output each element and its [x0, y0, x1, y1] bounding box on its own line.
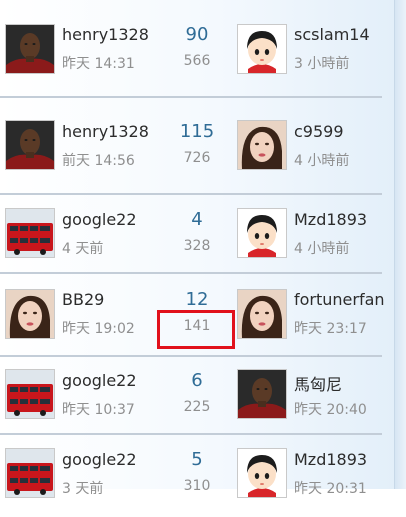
thread-row: google22 4 天前 4 328 Mzd1893 4 小時前: [0, 195, 394, 277]
last-poster-name[interactable]: c9599: [294, 122, 394, 141]
reply-count: 5: [191, 449, 203, 470]
post-time: 3 天前: [62, 481, 104, 497]
post-time: 昨天 19:02: [62, 321, 135, 337]
last-poster-name[interactable]: scslam14: [294, 25, 394, 44]
reply-count: 6: [191, 370, 203, 391]
post-time: 昨天 10:37: [62, 402, 135, 418]
thread-row: henry1328 前天 14:56 115 726 c9599 4 小時前: [0, 98, 394, 180]
post-time: 前天 14:56: [62, 153, 135, 169]
last-poster-avatar[interactable]: [237, 24, 287, 74]
poster-avatar[interactable]: [5, 208, 55, 258]
reply-count: 90: [185, 24, 209, 45]
poster-name[interactable]: henry1328: [62, 122, 149, 141]
thread-row: henry1328 昨天 14:31 90 566 scslam14 3 小時前: [0, 11, 394, 93]
post-time: 昨天 14:31: [62, 56, 135, 72]
poster-name[interactable]: google22: [62, 450, 137, 469]
poster-avatar[interactable]: [5, 120, 55, 170]
view-count: 310: [183, 478, 211, 494]
poster-avatar[interactable]: [5, 448, 55, 498]
last-poster-name[interactable]: fortunerfan: [294, 290, 394, 309]
reply-count: 12: [185, 289, 209, 310]
view-count: 726: [183, 150, 211, 166]
right-edge-rail: [394, 0, 406, 489]
last-poster-avatar[interactable]: [237, 208, 287, 258]
poster-avatar[interactable]: [5, 289, 55, 339]
view-count: 566: [183, 53, 211, 69]
last-poster-name[interactable]: 馬匈尼: [294, 371, 394, 395]
last-poster-avatar[interactable]: [237, 448, 287, 498]
last-poster-name[interactable]: Mzd1893: [294, 210, 394, 229]
poster-name[interactable]: henry1328: [62, 25, 149, 44]
last-post-time: 昨天 20:40: [294, 402, 367, 418]
reply-count: 4: [191, 209, 203, 230]
last-post-time: 3 小時前: [294, 56, 350, 72]
thread-row: google22 3 天前 5 310 Mzd1893 昨天 20:31: [0, 435, 394, 517]
last-poster-avatar[interactable]: [237, 120, 287, 170]
poster-name[interactable]: BB29: [62, 290, 104, 309]
last-post-time: 昨天 20:31: [294, 481, 367, 497]
last-poster-avatar[interactable]: [237, 369, 287, 419]
reply-count: 115: [179, 121, 215, 142]
last-post-time: 4 小時前: [294, 241, 350, 257]
last-post-time: 4 小時前: [294, 153, 350, 169]
poster-avatar[interactable]: [5, 24, 55, 74]
thread-list-panel: henry1328 昨天 14:31 90 566 scslam14 3 小時前…: [0, 0, 394, 498]
last-post-time: 昨天 23:17: [294, 321, 367, 337]
highlight-box: [157, 310, 235, 349]
view-count: 328: [183, 238, 211, 254]
poster-name[interactable]: google22: [62, 371, 137, 390]
last-poster-name[interactable]: Mzd1893: [294, 450, 394, 469]
poster-name[interactable]: google22: [62, 210, 137, 229]
post-time: 4 天前: [62, 241, 104, 257]
poster-avatar[interactable]: [5, 369, 55, 419]
thread-row: google22 昨天 10:37 6 225 馬匈尼 昨天 20:40: [0, 357, 394, 439]
last-poster-avatar[interactable]: [237, 289, 287, 339]
view-count: 225: [183, 399, 211, 415]
